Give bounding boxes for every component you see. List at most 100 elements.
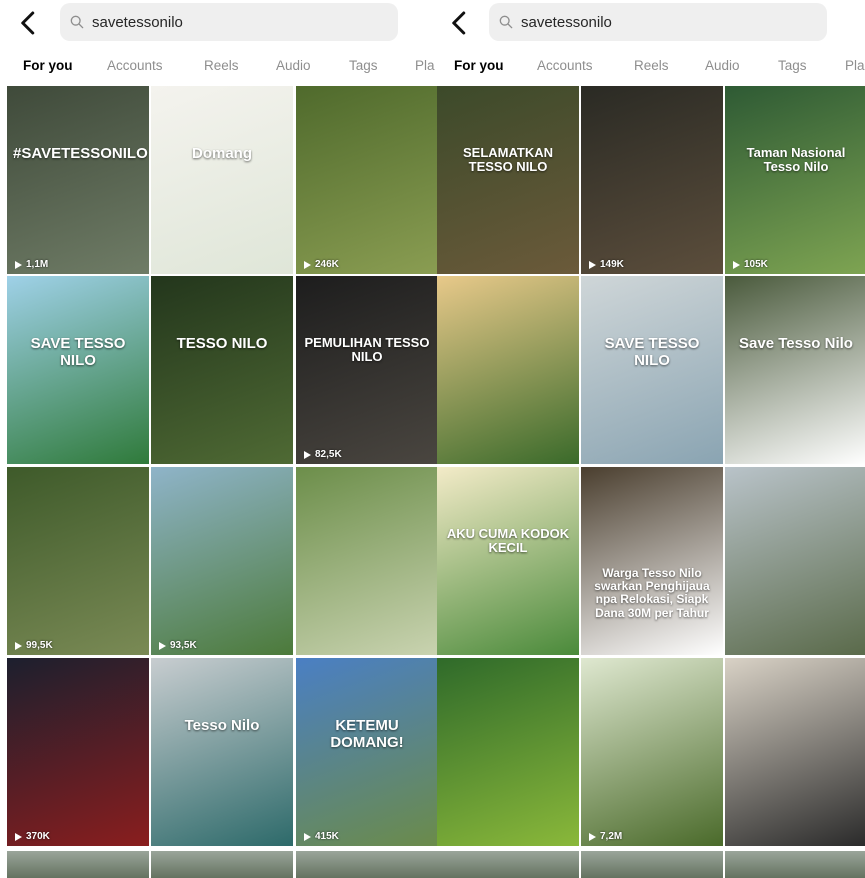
tab-for-you[interactable]: For you [23, 58, 73, 73]
play-icon [15, 260, 22, 269]
back-arrow-icon[interactable] [445, 8, 475, 38]
reel-thumbnail[interactable]: KETEMU DOMANG! 415K [296, 658, 437, 846]
view-count-text: 370K [26, 831, 50, 842]
search-bar: savetessonilo [0, 0, 437, 46]
view-count-text: 93,5K [170, 640, 197, 651]
view-count-text: 415K [315, 831, 339, 842]
tab-reels[interactable]: Reels [204, 58, 239, 73]
search-query: savetessonilo [92, 13, 183, 31]
reel-thumbnail[interactable] [725, 851, 865, 878]
reel-thumbnail[interactable] [725, 658, 865, 846]
thumbnail-caption: Tesso Nilo [184, 717, 260, 734]
view-count: 415K [302, 831, 339, 842]
view-count-text: 7,2M [600, 831, 623, 842]
thumbnail-caption: #SAVETESSONILO [13, 145, 148, 162]
thumbnail-caption: KETEMU DOMANG! [330, 717, 404, 751]
reel-thumbnail[interactable]: 7,2M [581, 658, 723, 846]
reel-thumbnail[interactable]: SAVE TESSO NILO [7, 276, 149, 464]
thumbnail-caption: Save Tesso Nilo [739, 335, 853, 352]
play-icon [304, 450, 311, 459]
reel-thumbnail[interactable]: #SAVETESSONILO 1,1M [7, 86, 149, 274]
reel-thumbnail[interactable]: Domang [151, 86, 293, 274]
view-count: 82,5K [302, 449, 342, 460]
results-grid: #SAVETESSONILO 1,1M Domang 246K SAVE TESSO N… [7, 86, 437, 878]
reel-thumbnail[interactable]: TESSO NILO [151, 276, 293, 464]
play-icon [304, 260, 311, 269]
tab-bar: For you Accounts Reels Audio Tags Pla [0, 50, 437, 84]
thumbnail-caption: SAVE TESSO NILO [30, 335, 126, 369]
view-count-text: 82,5K [315, 449, 342, 460]
thumbnail-caption: TESSO NILO [176, 335, 268, 352]
play-icon [304, 832, 311, 841]
search-input[interactable]: savetessonilo [489, 3, 827, 41]
back-arrow-icon[interactable] [14, 8, 44, 38]
tab-accounts[interactable]: Accounts [107, 58, 163, 73]
thumbnail-caption: SAVE TESSO NILO [604, 335, 700, 369]
thumbnail-caption: Domang [192, 145, 252, 162]
search-query: savetessonilo [521, 13, 612, 31]
reel-thumbnail[interactable]: SELAMATKAN TESSO NILO [437, 86, 579, 274]
reel-thumbnail[interactable]: PEMULIHAN TESSO NILO 82,5K [296, 276, 437, 464]
tab-bar: For you Accounts Reels Audio Tags Pla [437, 50, 865, 84]
tab-tags[interactable]: Tags [349, 58, 378, 73]
view-count: 93,5K [157, 640, 197, 651]
thumbnail-caption: SELAMATKAN TESSO NILO [462, 145, 554, 175]
thumbnail-caption: PEMULIHAN TESSO NILO [304, 335, 430, 365]
left-panel: savetessonilo For you Accounts Reels Aud… [0, 0, 437, 878]
reel-thumbnail[interactable] [437, 851, 579, 878]
reel-thumbnail[interactable] [7, 851, 149, 878]
reel-thumbnail[interactable]: 99,5K [7, 467, 149, 655]
reel-thumbnail[interactable] [296, 467, 437, 655]
reel-thumbnail[interactable]: SAVE TESSO NILO [581, 276, 723, 464]
search-bar: savetessonilo [437, 0, 865, 46]
play-icon [589, 832, 596, 841]
reel-thumbnail[interactable] [581, 851, 723, 878]
tab-accounts[interactable]: Accounts [537, 58, 593, 73]
view-count-text: 246K [315, 259, 339, 270]
reel-thumbnail[interactable] [296, 851, 437, 878]
view-count: 1,1M [13, 259, 48, 270]
tab-places[interactable]: Pla [845, 58, 865, 73]
search-icon [499, 15, 513, 29]
reel-thumbnail[interactable] [151, 851, 293, 878]
thumbnail-caption: AKU CUMA KODOK KECIL [446, 526, 570, 556]
tab-audio[interactable]: Audio [276, 58, 311, 73]
view-count-text: 1,1M [26, 259, 49, 270]
reel-thumbnail[interactable]: 149K [581, 86, 723, 274]
reel-thumbnail[interactable] [725, 467, 865, 655]
reel-thumbnail[interactable]: Taman Nasional Tesso Nilo 105K [725, 86, 865, 274]
right-panel: savetessonilo For you Accounts Reels Aud… [437, 0, 865, 878]
play-icon [733, 260, 740, 269]
reel-thumbnail[interactable]: Save Tesso Nilo [725, 276, 865, 464]
search-icon [70, 15, 84, 29]
play-icon [15, 641, 22, 650]
tab-places[interactable]: Pla [415, 58, 435, 73]
tab-audio[interactable]: Audio [705, 58, 740, 73]
play-icon [15, 832, 22, 841]
view-count: 246K [302, 259, 339, 270]
search-input[interactable]: savetessonilo [60, 3, 398, 41]
play-icon [159, 641, 166, 650]
reel-thumbnail[interactable] [437, 658, 579, 846]
reel-thumbnail[interactable] [437, 276, 579, 464]
tab-reels[interactable]: Reels [634, 58, 669, 73]
tab-tags[interactable]: Tags [778, 58, 807, 73]
reel-thumbnail[interactable]: Warga Tesso Nilo swarkan Penghijaua npa … [581, 467, 723, 655]
reel-thumbnail[interactable]: 246K [296, 86, 437, 274]
thumbnail-caption: Warga Tesso Nilo swarkan Penghijaua npa … [594, 566, 710, 620]
tab-for-you[interactable]: For you [454, 58, 504, 73]
view-count: 149K [587, 259, 624, 270]
view-count: 105K [731, 259, 768, 270]
view-count-text: 149K [600, 259, 624, 270]
play-icon [589, 260, 596, 269]
reel-thumbnail[interactable]: 370K [7, 658, 149, 846]
reel-thumbnail[interactable]: 93,5K [151, 467, 293, 655]
view-count: 370K [13, 831, 50, 842]
thumbnail-caption: Taman Nasional Tesso Nilo [746, 145, 846, 175]
view-count: 99,5K [13, 640, 53, 651]
reel-thumbnail[interactable]: AKU CUMA KODOK KECIL [437, 467, 579, 655]
view-count-text: 105K [744, 259, 768, 270]
view-count-text: 99,5K [26, 640, 53, 651]
reel-thumbnail[interactable]: Tesso Nilo [151, 658, 293, 846]
results-grid: SELAMATKAN TESSO NILO 149K Taman Nasional … [437, 86, 865, 878]
